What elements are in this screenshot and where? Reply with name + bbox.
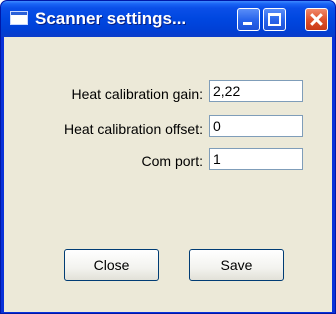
title-bar[interactable]: Scanner settings...	[1, 1, 335, 37]
minimize-button[interactable]	[237, 8, 260, 31]
close-button[interactable]: Close	[64, 249, 159, 281]
close-icon	[306, 9, 327, 30]
window-title: Scanner settings...	[35, 9, 187, 28]
minimize-icon	[243, 22, 252, 25]
dialog-body: Heat calibration gain: Heat calibration …	[4, 37, 332, 312]
com-port-field[interactable]	[209, 148, 303, 170]
window-app-icon	[10, 11, 28, 25]
close-window-button[interactable]	[305, 8, 328, 31]
com-port-label: Com port:	[141, 153, 203, 169]
heat-calibration-gain-label: Heat calibration gain:	[71, 86, 203, 102]
maximize-icon	[268, 13, 281, 26]
maximize-button[interactable]	[263, 8, 286, 31]
save-button[interactable]: Save	[189, 249, 284, 281]
heat-calibration-offset-label: Heat calibration offset:	[63, 121, 203, 137]
heat-calibration-offset-field[interactable]	[209, 115, 303, 137]
scanner-settings-window: Scanner settings... Heat calibration gai…	[0, 0, 336, 314]
heat-calibration-gain-field[interactable]	[209, 80, 303, 102]
